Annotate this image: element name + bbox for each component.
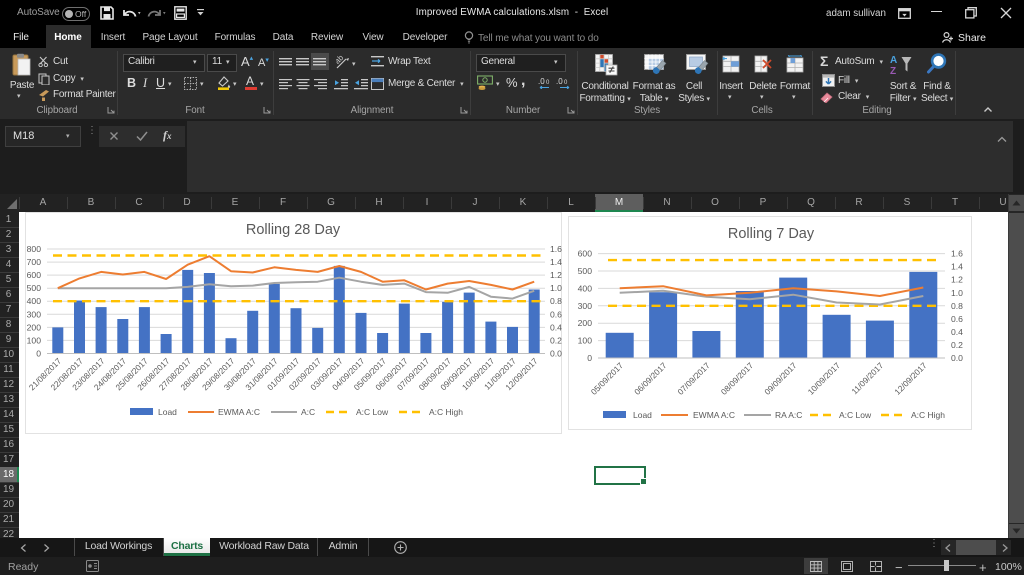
svg-text:0: 0 xyxy=(546,80,550,86)
svg-text:0: 0 xyxy=(587,353,592,363)
svg-text:A:C High: A:C High xyxy=(911,410,945,420)
svg-text:800: 800 xyxy=(27,244,42,254)
svg-text:EWMA A:C: EWMA A:C xyxy=(218,407,260,417)
svg-text:1.0: 1.0 xyxy=(951,288,963,298)
svg-text:0.6: 0.6 xyxy=(550,309,562,319)
svg-text:500: 500 xyxy=(27,283,42,293)
svg-text:Rolling 28 Day: Rolling 28 Day xyxy=(246,222,341,238)
svg-text:A:C Low: A:C Low xyxy=(356,407,389,417)
svg-text:Load: Load xyxy=(158,407,177,417)
svg-text:0.8: 0.8 xyxy=(951,301,963,311)
svg-text:1.0: 1.0 xyxy=(550,283,562,293)
svg-text:0.2: 0.2 xyxy=(951,340,963,350)
svg-text:Load: Load xyxy=(633,410,652,420)
svg-text:0.4: 0.4 xyxy=(550,322,562,332)
svg-text:1.6: 1.6 xyxy=(550,244,562,254)
svg-text:A:C High: A:C High xyxy=(429,407,463,417)
svg-text:300: 300 xyxy=(27,309,42,319)
svg-text:0.8: 0.8 xyxy=(550,296,562,306)
svg-text:100: 100 xyxy=(27,335,42,345)
svg-text:Rolling 7 Day: Rolling 7 Day xyxy=(728,226,815,242)
svg-text:A:C Low: A:C Low xyxy=(839,410,872,420)
svg-text:0.2: 0.2 xyxy=(550,335,562,345)
svg-text:Z: Z xyxy=(890,66,896,76)
svg-text:0.0: 0.0 xyxy=(550,349,562,359)
svg-text:EWMA A:C: EWMA A:C xyxy=(693,410,735,420)
svg-text:100: 100 xyxy=(578,336,593,346)
svg-text:600: 600 xyxy=(578,249,593,259)
svg-text:0.6: 0.6 xyxy=(951,314,963,324)
svg-text:600: 600 xyxy=(27,270,42,280)
svg-text:.0: .0 xyxy=(538,77,545,86)
svg-text:400: 400 xyxy=(578,283,593,293)
svg-text:1.4: 1.4 xyxy=(550,257,562,267)
svg-text:300: 300 xyxy=(578,301,593,311)
svg-text:0.4: 0.4 xyxy=(951,327,963,337)
svg-text:0: 0 xyxy=(36,349,41,359)
svg-text:400: 400 xyxy=(27,296,42,306)
svg-text:200: 200 xyxy=(27,322,42,332)
svg-text:700: 700 xyxy=(27,257,42,267)
svg-text:500: 500 xyxy=(578,266,593,276)
svg-text:1.2: 1.2 xyxy=(951,275,963,285)
svg-text:RA A:C: RA A:C xyxy=(775,410,802,420)
svg-text:A:C: A:C xyxy=(301,407,315,417)
svg-text:1.6: 1.6 xyxy=(951,249,963,259)
svg-text:1.2: 1.2 xyxy=(550,270,562,280)
svg-text:0.0: 0.0 xyxy=(951,353,963,363)
svg-text:200: 200 xyxy=(578,318,593,328)
svg-text:1.4: 1.4 xyxy=(951,262,963,272)
svg-text:A: A xyxy=(890,55,897,66)
